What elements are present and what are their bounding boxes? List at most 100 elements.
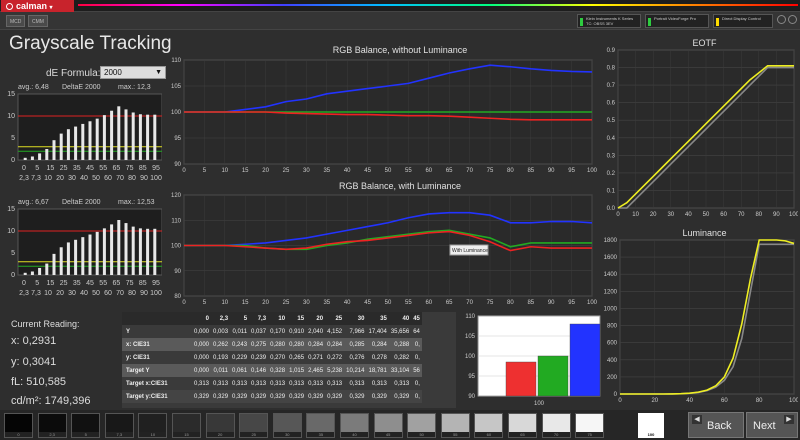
x-tick-label: 40	[686, 398, 693, 404]
x-tick-label: 60	[104, 175, 112, 182]
swatch-10[interactable]: 10	[138, 413, 168, 438]
table-cell: 0,000	[192, 364, 212, 377]
column-header[interactable]: 30	[344, 312, 367, 325]
column-header[interactable]: 5	[230, 312, 250, 325]
back-button[interactable]: ◀ Back	[688, 412, 744, 438]
y-tick-label: 1200	[604, 289, 618, 295]
x-tick-label: 35	[73, 165, 81, 172]
column-header[interactable]: 20	[306, 312, 326, 325]
chevron-down-icon: ▼	[155, 69, 162, 76]
de-formula-select[interactable]: 2000 ▼	[100, 66, 166, 79]
column-header[interactable]	[122, 312, 192, 325]
x-tick-label: 70	[116, 290, 124, 297]
table-cell: 0,271	[306, 351, 326, 364]
table-cell: 0,170	[268, 325, 288, 338]
swatch-30[interactable]: 30	[272, 413, 302, 438]
column-header[interactable]: 2,3	[211, 312, 231, 325]
pattern-generator-button[interactable]: Portrait VideoForge Pro	[645, 14, 709, 28]
y-tick-label: 800	[607, 324, 618, 330]
x-tick-label: 7,3	[31, 290, 41, 297]
column-header[interactable]: 45	[411, 312, 422, 325]
y-tick-label: 15	[7, 91, 15, 98]
column-header[interactable]: 25	[325, 312, 345, 325]
swatch-55[interactable]: 55	[440, 413, 470, 438]
table-cell: 0,284	[366, 338, 389, 351]
x-tick-label: 80	[128, 175, 136, 182]
column-header[interactable]: 35	[366, 312, 389, 325]
swatch-65[interactable]: 65	[508, 413, 537, 438]
close-icon[interactable]	[788, 15, 797, 24]
table-row[interactable]: y: CIE31 0,000 0,193 0,229 0,239 0,270 0,265 0,…	[122, 351, 422, 364]
x-tick-label: 30	[68, 175, 76, 182]
swatch-25[interactable]: 25	[239, 413, 269, 438]
de-bar	[110, 110, 114, 160]
reading-x: x: 0,2931	[11, 335, 57, 347]
settings-icon[interactable]	[777, 15, 786, 24]
column-header[interactable]: 7,3	[249, 312, 269, 325]
swatch-35[interactable]: 35	[306, 413, 336, 438]
table-cell: 0,193	[211, 351, 231, 364]
x-tick-label: 80	[128, 290, 136, 297]
de-bar	[110, 224, 114, 275]
swatch-100[interactable]: 100	[638, 413, 664, 438]
x-tick-label: 10	[44, 290, 52, 297]
de-bar	[124, 109, 128, 160]
de-bar	[81, 237, 85, 275]
table-cell: 2,040	[306, 325, 326, 338]
table-row[interactable]: Y 0,000 0,003 0,011 0,037 0,170 0,910 2,040 4,15…	[122, 325, 422, 338]
swatch-0[interactable]: 0	[4, 413, 33, 438]
delta-e-chart-2: 15 10 5 0 0 5 15 25 35 45 55 65 75 85 95 2,3 7,3 10 20 30 40…	[4, 199, 162, 311]
x-tick-label: 7,3	[31, 175, 41, 182]
x-tick-label: 85	[527, 168, 534, 174]
swatch-20[interactable]: 20	[205, 413, 235, 438]
swatch-60[interactable]: 60	[474, 413, 504, 438]
column-header[interactable]: 0	[192, 312, 212, 325]
tab-mcd[interactable]: MCD	[6, 15, 26, 27]
logo-text: calman	[16, 1, 48, 11]
swatch-2,3[interactable]: 2,3	[37, 413, 67, 438]
table-cell: 0,329	[211, 390, 231, 403]
de-bar	[88, 121, 92, 160]
x-tick-label: 5	[203, 168, 207, 174]
swatch-75[interactable]: 75	[575, 413, 605, 438]
swatch-5[interactable]: 5	[71, 413, 101, 438]
table-row[interactable]: Target Y 0,000 0,011 0,061 0,146 0,328 1,015 2,…	[122, 364, 422, 377]
table-cell: 0,265	[287, 351, 307, 364]
swatch-label: 10	[139, 432, 167, 437]
table-cell: 0,285	[344, 338, 367, 351]
table-cell: 0,229	[230, 351, 250, 364]
table-cell: 0,239	[249, 351, 269, 364]
display-control-button[interactable]: Direct Display Control	[713, 14, 773, 28]
swatch-70[interactable]: 70	[541, 413, 571, 438]
x-tick-label: 55	[99, 165, 107, 172]
x-tick-label: 70	[116, 175, 124, 182]
swatch-45[interactable]: 45	[373, 413, 403, 438]
swatch-label: 5	[72, 432, 100, 437]
column-header[interactable]: 10	[268, 312, 288, 325]
table-cell: 0,329	[366, 390, 389, 403]
column-header[interactable]: 40	[388, 312, 412, 325]
table-row[interactable]: Target x:CIE31 0,313 0,313 0,313 0,313 0,313 0…	[122, 377, 422, 390]
de-bar	[66, 129, 70, 160]
table-cell: 0,011	[211, 364, 231, 377]
table-row[interactable]: Target y:CIE31 0,329 0,329 0,329 0,329 0,329 0…	[122, 390, 422, 403]
swatch-50[interactable]: 50	[407, 413, 437, 438]
swatch-40[interactable]: 40	[340, 413, 369, 438]
swatch-7,3[interactable]: 7,3	[104, 413, 134, 438]
column-header[interactable]: 15	[287, 312, 307, 325]
x-tick-label: 60	[104, 290, 112, 297]
next-button[interactable]: Next ▶	[746, 412, 798, 438]
y-tick-label: 0.7	[607, 83, 616, 89]
table-row[interactable]: x: CIE31 0,000 0,262 0,243 0,275 0,280 0,280 0,…	[122, 338, 422, 351]
measurement-table[interactable]: 0 2,3 5 7,3 10 15 20 25 30 35 40 45 Y 0,000 0,003 0,011…	[122, 312, 456, 408]
meter-device-button[interactable]: Klein Instruments K Series TC: OBSS 3EV	[577, 14, 641, 28]
table-cell: 0,313	[268, 377, 288, 390]
calman-logo-button[interactable]: calman ▾	[1, 0, 74, 12]
x-tick-label: 55	[99, 280, 107, 287]
table-cell: 7,966	[344, 325, 367, 338]
tab-cmm[interactable]: CMM	[28, 15, 48, 27]
de-bar	[52, 253, 56, 275]
x-tick-label: 30	[303, 300, 310, 306]
arrow-left-icon: ◀	[692, 415, 702, 424]
swatch-15[interactable]: 15	[172, 413, 201, 438]
